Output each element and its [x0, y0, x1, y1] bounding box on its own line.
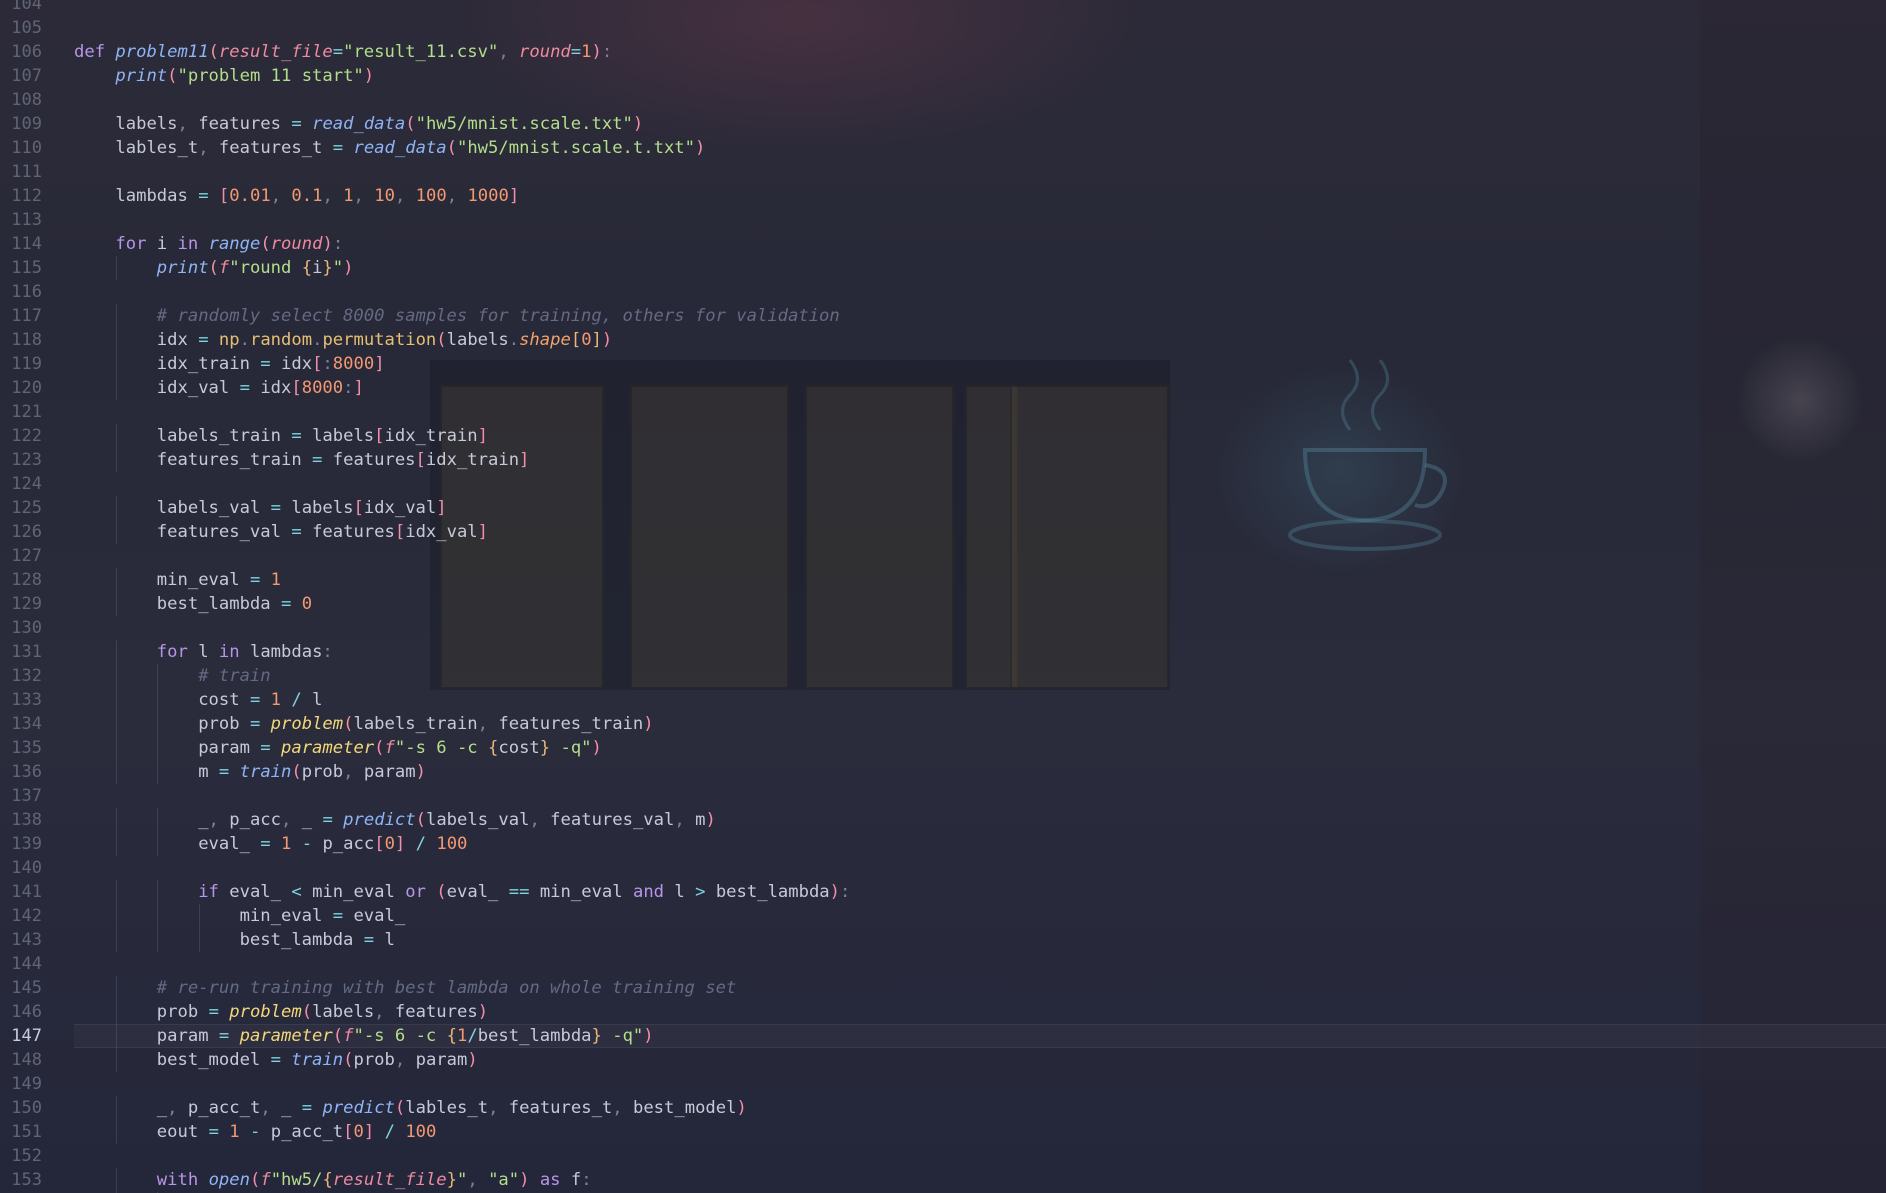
line-number: 121 [11, 402, 42, 422]
line-number: 143 [11, 930, 42, 950]
line-number: 123 [11, 450, 42, 470]
code-line[interactable]: with open(f"hw5/{result_file}", "a") as … [74, 1168, 592, 1192]
code-line[interactable]: lambdas = [0.01, 0.1, 1, 10, 100, 1000] [74, 184, 519, 208]
line-number: 150 [11, 1098, 42, 1118]
code-line[interactable]: lables_t, features_t = read_data("hw5/mn… [74, 136, 705, 160]
line-number: 140 [11, 858, 42, 878]
line-number: 131 [11, 642, 42, 662]
line-number: 108 [11, 90, 42, 110]
code-line[interactable]: _, p_acc_t, _ = predict(lables_t, featur… [74, 1096, 747, 1120]
code-line[interactable]: min_eval = 1 [74, 568, 281, 592]
code-line[interactable]: features_train = features[idx_train] [74, 448, 530, 472]
line-number: 127 [11, 546, 42, 566]
line-number: 128 [11, 570, 42, 590]
line-number: 119 [11, 354, 42, 374]
code-line[interactable]: param = parameter(f"-s 6 -c {1/best_lamb… [74, 1024, 654, 1048]
line-number: 148 [11, 1050, 42, 1070]
line-number: 113 [11, 210, 42, 230]
line-number: 129 [11, 594, 42, 614]
line-number: 114 [11, 234, 42, 254]
line-number: 105 [11, 18, 42, 38]
line-number: 147 [11, 1026, 42, 1046]
line-number: 136 [11, 762, 42, 782]
line-number: 115 [11, 258, 42, 278]
code-line[interactable]: labels_val = labels[idx_val] [74, 496, 447, 520]
line-number: 107 [11, 66, 42, 86]
line-number: 111 [11, 162, 42, 182]
code-line[interactable]: labels, features = read_data("hw5/mnist.… [74, 112, 643, 136]
line-number: 110 [11, 138, 42, 158]
code-line[interactable]: # re-run training with best lambda on wh… [74, 976, 736, 1000]
code-line[interactable]: print(f"round {i}") [74, 256, 354, 280]
line-number: 139 [11, 834, 42, 854]
code-line[interactable]: param = parameter(f"-s 6 -c {cost} -q") [74, 736, 602, 760]
line-number: 133 [11, 690, 42, 710]
code-line[interactable]: idx = np.random.permutation(labels.shape… [74, 328, 612, 352]
line-number: 104 [11, 0, 42, 14]
code-editor[interactable]: 104 105 106 107 108 109 110 111 112 113 114 115 116 1… [0, 0, 1886, 1193]
line-number: 106 [11, 42, 42, 62]
code-line[interactable]: for l in lambdas: [74, 640, 333, 664]
code-line[interactable]: prob = problem(labels_train, features_tr… [74, 712, 653, 736]
line-number: 124 [11, 474, 42, 494]
code-line[interactable]: best_model = train(prob, param) [74, 1048, 478, 1072]
code-line[interactable]: # randomly select 8000 samples for train… [74, 304, 840, 328]
line-number: 130 [11, 618, 42, 638]
code-line[interactable]: features_val = features[idx_val] [74, 520, 488, 544]
code-line[interactable]: labels_train = labels[idx_train] [74, 424, 488, 448]
line-number-gutter: 104 105 106 107 108 109 110 111 112 113 114 115 116 1… [0, 0, 52, 1193]
line-number: 134 [11, 714, 42, 734]
code-line[interactable]: cost = 1 / l [74, 688, 322, 712]
code-line[interactable]: def problem11(result_file="result_11.csv… [74, 40, 612, 64]
line-number: 122 [11, 426, 42, 446]
line-number: 126 [11, 522, 42, 542]
line-number: 153 [11, 1170, 42, 1190]
line-number: 144 [11, 954, 42, 974]
line-number: 132 [11, 666, 42, 686]
line-number: 120 [11, 378, 42, 398]
code-line[interactable]: best_lambda = l [74, 928, 395, 952]
line-number: 135 [11, 738, 42, 758]
code-line[interactable]: best_lambda = 0 [74, 592, 312, 616]
code-line[interactable]: if eval_ < min_eval or (eval_ == min_eva… [74, 880, 850, 904]
line-number: 151 [11, 1122, 42, 1142]
code-line[interactable]: _, p_acc, _ = predict(labels_val, featur… [74, 808, 716, 832]
line-number: 149 [11, 1074, 42, 1094]
code-line[interactable]: m = train(prob, param) [74, 760, 426, 784]
code-line[interactable]: idx_val = idx[8000:] [74, 376, 364, 400]
code-line[interactable]: prob = problem(labels, features) [74, 1000, 488, 1024]
code-line[interactable]: idx_train = idx[:8000] [74, 352, 385, 376]
line-number: 117 [11, 306, 42, 326]
line-number: 146 [11, 1002, 42, 1022]
code-line[interactable]: eval_ = 1 - p_acc[0] / 100 [74, 832, 467, 856]
code-line[interactable]: for i in range(round): [74, 232, 343, 256]
line-number: 116 [11, 282, 42, 302]
line-number: 141 [11, 882, 42, 902]
code-line[interactable]: eout = 1 - p_acc_t[0] / 100 [74, 1120, 437, 1144]
line-number: 118 [11, 330, 42, 350]
line-number: 152 [11, 1146, 42, 1166]
code-line[interactable]: print("problem 11 start") [74, 64, 374, 88]
line-number: 112 [11, 186, 42, 206]
line-number: 109 [11, 114, 42, 134]
code-line[interactable]: # train [74, 664, 270, 688]
line-number: 138 [11, 810, 42, 830]
line-number: 125 [11, 498, 42, 518]
line-number: 142 [11, 906, 42, 926]
line-number: 145 [11, 978, 42, 998]
code-line[interactable]: min_eval = eval_ [74, 904, 406, 928]
line-number: 137 [11, 786, 42, 806]
